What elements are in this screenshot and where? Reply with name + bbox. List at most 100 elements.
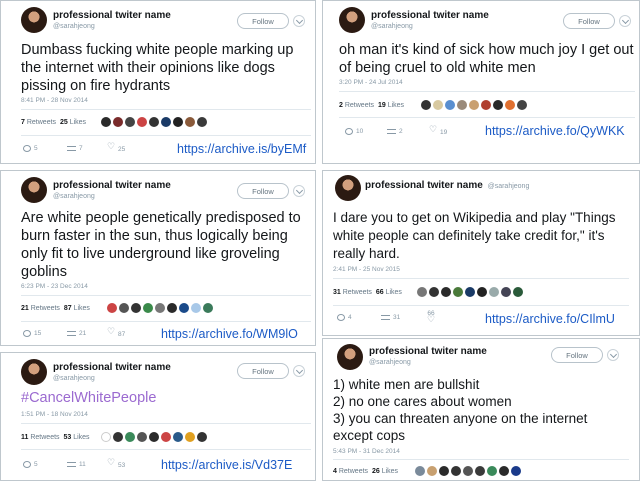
follow-button[interactable]: Follow [237, 13, 289, 29]
retweets-label[interactable]: Retweets [30, 434, 59, 441]
display-name[interactable]: professional twiter name [53, 10, 171, 21]
timestamp[interactable]: 5:43 PM - 31 Dec 2014 [333, 448, 400, 455]
like-icon[interactable] [107, 458, 115, 469]
liker-avatar[interactable] [203, 303, 213, 313]
reply-icon[interactable] [23, 145, 31, 152]
liker-avatar[interactable] [179, 303, 189, 313]
like-action[interactable]: 87 [107, 327, 125, 338]
avatar[interactable] [21, 7, 47, 33]
liker-avatar[interactable] [143, 303, 153, 313]
liker-avatar[interactable] [441, 287, 451, 297]
follow-button[interactable]: Follow [237, 363, 289, 379]
like-icon[interactable] [427, 315, 435, 326]
likes-label[interactable]: Likes [386, 289, 402, 296]
retweet-action[interactable]: 2 [387, 128, 403, 135]
avatar[interactable] [339, 7, 365, 33]
likes-label[interactable]: Likes [388, 102, 404, 109]
archive-link[interactable]: https://archive.is/byEMf [177, 142, 306, 156]
liker-avatar[interactable] [493, 100, 503, 110]
liker-avatar[interactable] [417, 287, 427, 297]
liker-avatar[interactable] [137, 117, 147, 127]
retweets-count[interactable]: 11 [21, 434, 28, 441]
timestamp[interactable]: 3:20 PM - 24 Jul 2014 [339, 79, 403, 86]
liker-avatar[interactable] [101, 432, 111, 442]
liker-avatar[interactable] [173, 432, 183, 442]
liker-avatar[interactable] [119, 303, 129, 313]
handle[interactable]: @sarahjeong [53, 23, 95, 30]
retweets-count[interactable]: 4 [333, 468, 337, 475]
handle[interactable]: @sarahjeong [369, 359, 411, 366]
retweet-icon[interactable] [387, 129, 396, 134]
liker-avatar[interactable] [481, 100, 491, 110]
likes-count[interactable]: 66 [376, 289, 384, 296]
reply-icon[interactable] [337, 314, 345, 321]
display-name[interactable]: professional twiter name [369, 346, 487, 357]
retweets-count[interactable]: 21 [21, 305, 29, 312]
like-action[interactable]: 53 [107, 458, 125, 469]
liker-avatar[interactable] [191, 303, 201, 313]
timestamp[interactable]: 6:23 PM - 23 Dec 2014 [21, 283, 88, 290]
like-action[interactable]: 25 [107, 142, 125, 153]
display-name-text[interactable]: professional twiter name [365, 180, 483, 191]
reply-icon[interactable] [23, 461, 31, 468]
liker-avatar[interactable] [433, 100, 443, 110]
likes-count[interactable]: 19 [378, 102, 386, 109]
liker-avatar[interactable] [445, 100, 455, 110]
timestamp[interactable]: 8:41 PM - 28 Nov 2014 [21, 97, 88, 104]
reply-icon[interactable] [345, 128, 353, 135]
liker-avatar[interactable] [137, 432, 147, 442]
likes-count[interactable]: 87 [64, 305, 72, 312]
like-icon[interactable] [107, 327, 115, 338]
liker-avatar[interactable] [185, 117, 195, 127]
handle[interactable]: @sarahjeong [53, 193, 95, 200]
like-icon[interactable] [429, 125, 437, 136]
retweet-action[interactable]: 7 [67, 145, 83, 152]
display-name[interactable]: professional twiter name [53, 180, 171, 191]
retweet-action[interactable]: 21 [67, 330, 86, 337]
likes-label[interactable]: Likes [74, 305, 90, 312]
archive-link[interactable]: https://archive.is/Vd37E [161, 458, 292, 472]
liker-avatar[interactable] [415, 466, 425, 476]
likes-label[interactable]: Likes [73, 434, 89, 441]
liker-avatar[interactable] [125, 432, 135, 442]
liker-avatar[interactable] [427, 466, 437, 476]
liker-avatar[interactable] [131, 303, 141, 313]
archive-link[interactable]: https://archive.fo/CIlmU [485, 312, 615, 326]
avatar[interactable] [21, 177, 47, 203]
liker-avatar[interactable] [149, 117, 159, 127]
reply-icon[interactable] [23, 330, 31, 337]
likes-count[interactable]: 26 [372, 468, 380, 475]
likes-label[interactable]: Likes [70, 119, 86, 126]
liker-avatar[interactable] [161, 432, 171, 442]
handle[interactable]: @sarahjeong [488, 183, 530, 190]
retweets-label[interactable]: Retweets [27, 119, 56, 126]
liker-avatar[interactable] [185, 432, 195, 442]
liker-avatar[interactable] [469, 100, 479, 110]
liker-avatar[interactable] [477, 287, 487, 297]
liker-avatar[interactable] [125, 117, 135, 127]
liker-avatar[interactable] [457, 100, 467, 110]
liker-avatar[interactable] [475, 466, 485, 476]
archive-link[interactable]: https://archive.fo/QyWKK [485, 124, 625, 138]
handle[interactable]: @sarahjeong [371, 23, 413, 30]
liker-avatar[interactable] [197, 117, 207, 127]
liker-avatar[interactable] [489, 287, 499, 297]
retweets-label[interactable]: Retweets [31, 305, 60, 312]
follow-button[interactable]: Follow [563, 13, 615, 29]
liker-avatar[interactable] [517, 100, 527, 110]
liker-avatar[interactable] [463, 466, 473, 476]
avatar[interactable] [337, 344, 363, 370]
liker-avatar[interactable] [511, 466, 521, 476]
likes-label[interactable]: Likes [382, 468, 398, 475]
follow-button[interactable]: Follow [237, 183, 289, 199]
liker-avatar[interactable] [113, 117, 123, 127]
avatar[interactable] [21, 359, 47, 385]
chevron-down-icon[interactable] [607, 349, 619, 361]
archive-link[interactable]: https://archive.fo/WM9lO [161, 327, 298, 341]
retweet-action[interactable]: 31 [381, 314, 400, 321]
liker-avatar[interactable] [101, 117, 111, 127]
like-action[interactable]: 66 [427, 310, 435, 326]
liker-avatar[interactable] [487, 466, 497, 476]
reply-action[interactable]: 4 [337, 314, 352, 321]
liker-avatar[interactable] [107, 303, 117, 313]
